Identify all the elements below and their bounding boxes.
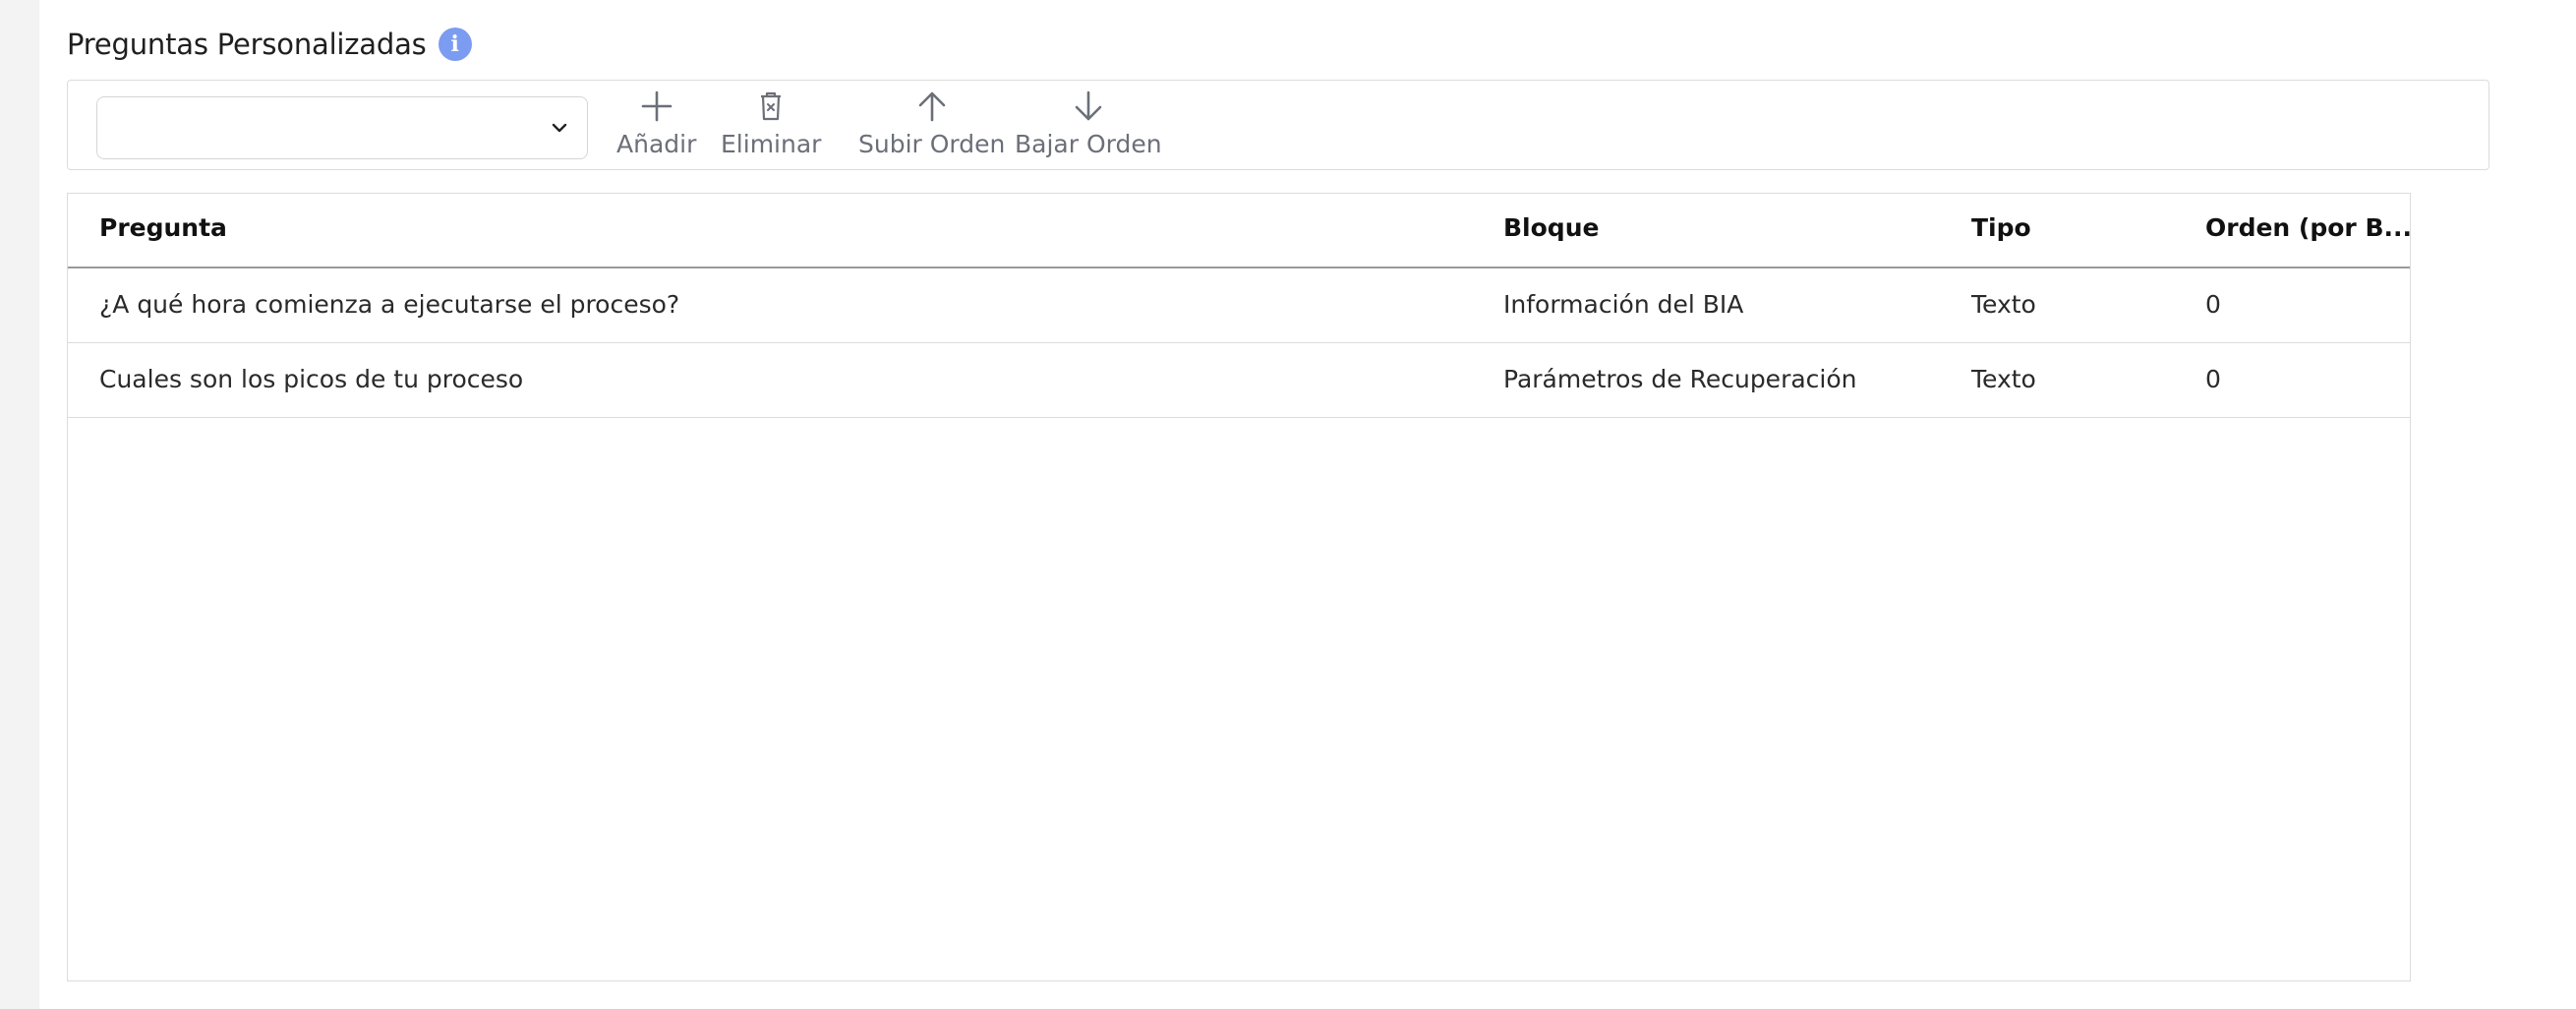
move-up-button[interactable]: Subir Orden xyxy=(858,89,1005,167)
question-select-dropdown[interactable] xyxy=(96,96,588,159)
move-down-button[interactable]: Bajar Orden xyxy=(1015,89,1162,167)
table-header: Pregunta Bloque Tipo Orden (por B... xyxy=(68,194,2412,268)
table-row[interactable]: ¿A qué hora comienza a ejecutarse el pro… xyxy=(68,268,2410,343)
add-button-label: Añadir xyxy=(616,130,697,158)
column-header-orden[interactable]: Orden (por B... xyxy=(2205,213,2412,242)
cell-tipo: Texto xyxy=(1971,365,2036,393)
cell-pregunta: ¿A qué hora comienza a ejecutarse el pro… xyxy=(99,290,680,319)
add-button[interactable]: Añadir xyxy=(616,89,696,167)
trash-icon xyxy=(761,91,782,121)
table-row[interactable]: Cuales son los picos de tu proceso Parám… xyxy=(68,343,2410,418)
questions-table: Pregunta Bloque Tipo Orden (por B... ¿A … xyxy=(67,193,2412,981)
delete-button[interactable]: Eliminar xyxy=(721,89,821,167)
column-header-tipo[interactable]: Tipo xyxy=(1971,213,2031,242)
delete-button-label: Eliminar xyxy=(721,130,822,158)
cell-tipo: Texto xyxy=(1971,290,2036,319)
chevron-down-icon xyxy=(552,123,567,133)
move-up-button-label: Subir Orden xyxy=(858,130,1006,158)
column-header-bloque[interactable]: Bloque xyxy=(1503,213,1599,242)
arrow-up-icon xyxy=(918,91,945,122)
toolbar: Añadir Eliminar Subir Orden Bajar Orden xyxy=(67,80,2489,170)
section-title: Preguntas Personalizadas xyxy=(67,28,427,61)
plus-icon xyxy=(641,90,672,122)
cell-bloque: Parámetros de Recuperación xyxy=(1503,365,1857,393)
arrow-down-icon xyxy=(1075,90,1102,121)
section-header: Preguntas Personalizadas i xyxy=(67,28,472,61)
cell-pregunta: Cuales son los picos de tu proceso xyxy=(99,365,524,393)
cell-orden: 0 xyxy=(2205,290,2221,319)
cell-orden: 0 xyxy=(2205,365,2221,393)
info-icon[interactable]: i xyxy=(438,28,472,61)
move-down-button-label: Bajar Orden xyxy=(1015,130,1162,158)
cell-bloque: Información del BIA xyxy=(1503,290,1744,319)
column-header-pregunta[interactable]: Pregunta xyxy=(99,213,227,242)
